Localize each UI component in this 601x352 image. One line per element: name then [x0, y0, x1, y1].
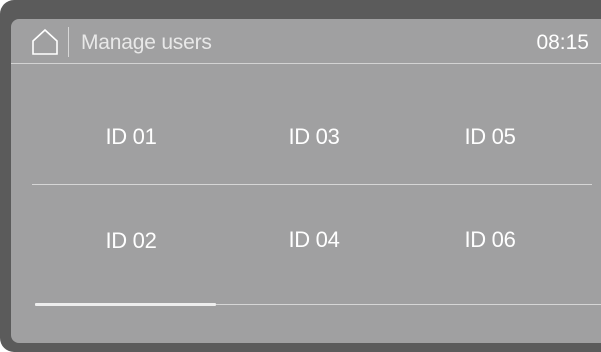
row-divider: [32, 184, 592, 185]
display-screen: Manage users 08:15 ID 01 ID 03 ID 05 ID …: [11, 19, 601, 343]
header-divider: [11, 63, 601, 64]
device-bezel: Manage users 08:15 ID 01 ID 03 ID 05 ID …: [0, 0, 601, 352]
user-id-06-button[interactable]: ID 06: [420, 210, 560, 270]
clock: 08:15: [536, 31, 589, 54]
user-id-03-button[interactable]: ID 03: [244, 107, 384, 167]
user-id-05-button[interactable]: ID 05: [420, 107, 560, 167]
page-title: Manage users: [81, 31, 212, 54]
header-bar: Manage users 08:15: [11, 19, 601, 64]
user-id-01-button[interactable]: ID 01: [61, 107, 201, 167]
user-id-02-button[interactable]: ID 02: [61, 211, 201, 271]
user-id-04-button[interactable]: ID 04: [244, 210, 384, 270]
header-separator: [68, 27, 69, 57]
scroll-indicator[interactable]: [35, 303, 216, 306]
home-button[interactable]: [31, 28, 59, 56]
home-icon: [32, 28, 58, 55]
